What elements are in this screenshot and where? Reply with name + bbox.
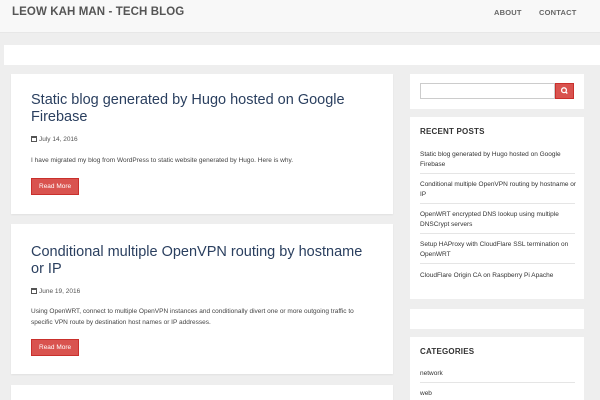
divider xyxy=(420,233,575,234)
sidebar-widget xyxy=(410,309,584,329)
post-title[interactable]: Static blog generated by Hugo hosted on … xyxy=(31,92,376,126)
category-link-web[interactable]: web xyxy=(420,389,578,399)
post-title[interactable]: Conditional multiple OpenVPN routing by … xyxy=(31,244,376,278)
divider xyxy=(420,173,575,174)
site-brand[interactable]: LEOW KAH MAN - TECH BLOG xyxy=(12,6,184,18)
recent-post-link[interactable]: CloudFlare Origin CA on Raspberry Pi Apa… xyxy=(420,271,578,281)
post-date: June 19, 2016 xyxy=(31,288,80,295)
search-icon xyxy=(560,87,568,94)
divider xyxy=(420,263,575,264)
search-widget xyxy=(410,74,584,109)
recent-post-link[interactable]: Setup HAProxy with CloudFlare SSL termin… xyxy=(420,240,578,260)
categories-title: CATEGORIES xyxy=(420,347,475,356)
post-card xyxy=(11,385,393,400)
post-excerpt: Using OpenWRT, connect to multiple OpenV… xyxy=(31,308,354,326)
calendar-icon xyxy=(31,288,37,294)
recent-posts-title: RECENT POSTS xyxy=(420,127,485,136)
nav-link-about[interactable]: ABOUT xyxy=(494,8,522,17)
read-more-button[interactable]: Read More xyxy=(31,178,80,195)
nav-link-contact[interactable]: CONTACT xyxy=(539,8,577,17)
post-card: Conditional multiple OpenVPN routing by … xyxy=(11,224,393,374)
recent-post-link[interactable]: Static blog generated by Hugo hosted on … xyxy=(420,150,578,170)
top-navbar: LEOW KAH MAN - TECH BLOG ABOUT CONTACT xyxy=(0,0,600,33)
post-card: Static blog generated by Hugo hosted on … xyxy=(11,74,393,214)
post-excerpt: I have migrated my blog from WordPress t… xyxy=(31,157,294,164)
category-link-network[interactable]: network xyxy=(420,369,578,379)
post-date-text: July 14, 2016 xyxy=(39,136,78,143)
recent-post-link[interactable]: Conditional multiple OpenVPN routing by … xyxy=(420,180,578,200)
read-more-button[interactable]: Read More xyxy=(31,339,80,356)
recent-post-link[interactable]: OpenWRT encrypted DNS lookup using multi… xyxy=(420,210,578,230)
divider xyxy=(420,203,575,204)
post-date-text: June 19, 2016 xyxy=(39,288,81,295)
recent-posts-widget: RECENT POSTS Static blog generated by Hu… xyxy=(410,117,584,299)
header-banner xyxy=(4,45,600,65)
calendar-icon xyxy=(31,136,37,142)
categories-widget: CATEGORIES network web xyxy=(410,337,584,400)
post-date: July 14, 2016 xyxy=(31,136,78,143)
search-button[interactable] xyxy=(555,83,574,99)
search-input[interactable] xyxy=(420,83,555,99)
divider xyxy=(420,382,575,383)
